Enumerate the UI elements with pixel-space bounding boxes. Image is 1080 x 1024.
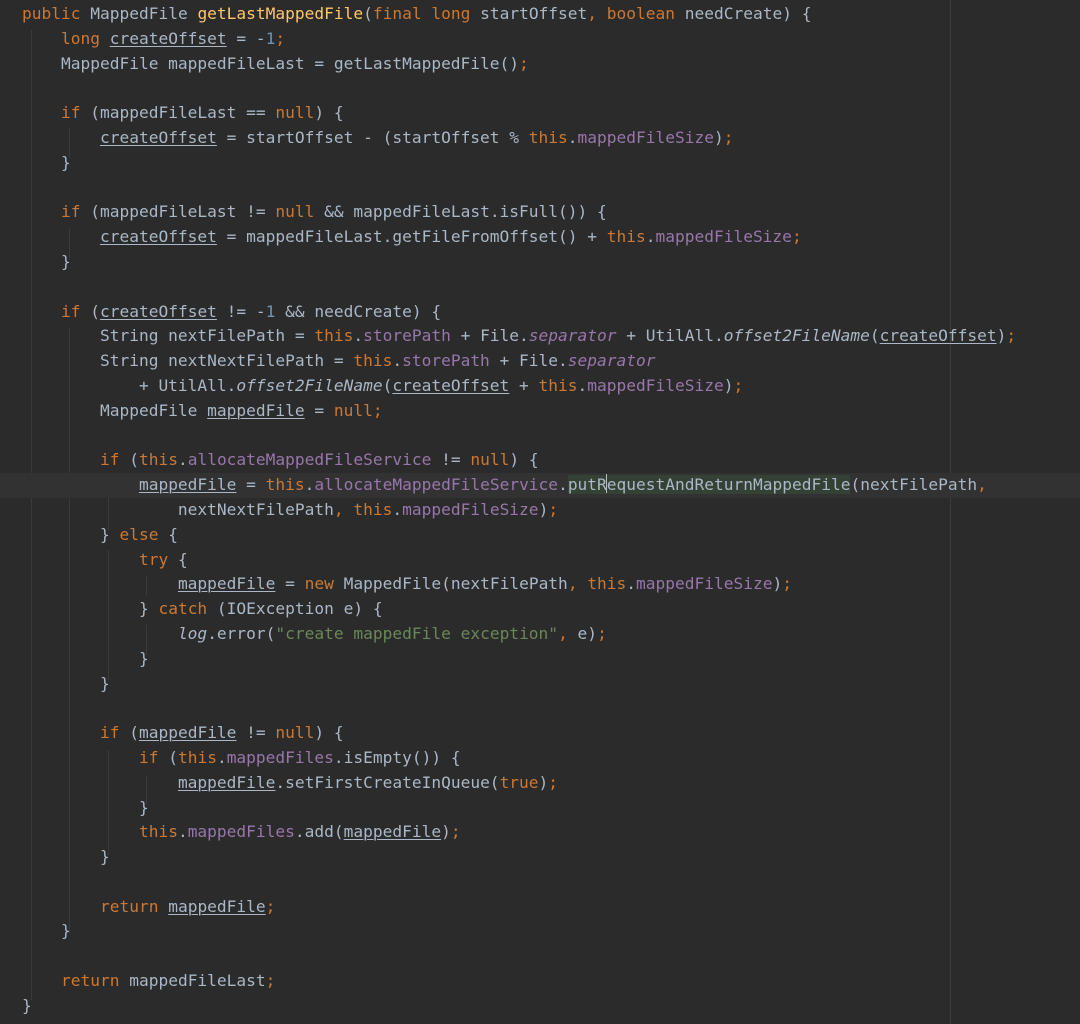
code-line[interactable]: } xyxy=(22,796,1080,821)
code-line[interactable]: mappedFile.setFirstCreateInQueue(true); xyxy=(22,771,1080,796)
code-line[interactable]: if (this.mappedFiles.isEmpty()) { xyxy=(22,746,1080,771)
code-line[interactable]: public MappedFile getLastMappedFile(fina… xyxy=(22,2,1080,27)
code-line[interactable]: ​ xyxy=(22,696,1080,721)
code-line[interactable]: String nextNextFilePath = this.storePath… xyxy=(22,349,1080,374)
code-line[interactable]: ​ xyxy=(22,870,1080,895)
code-line[interactable]: if (createOffset != -1 && needCreate) { xyxy=(22,300,1080,325)
code-line[interactable]: try { xyxy=(22,548,1080,573)
highlighted-usage: putRequestAndReturnMappedFile xyxy=(567,474,851,495)
code-line[interactable]: } xyxy=(22,151,1080,176)
code-line[interactable]: this.mappedFiles.add(mappedFile); xyxy=(22,820,1080,845)
code-line[interactable]: if (mappedFile != null) { xyxy=(22,721,1080,746)
code-line[interactable]: mappedFile = new MappedFile(nextFilePath… xyxy=(22,572,1080,597)
code-line[interactable]: MappedFile mappedFile = null; xyxy=(22,399,1080,424)
code-line[interactable]: } xyxy=(22,994,1080,1019)
code-line[interactable]: MappedFile mappedFileLast = getLastMappe… xyxy=(22,52,1080,77)
code-line[interactable]: if (mappedFileLast == null) { xyxy=(22,101,1080,126)
code-line[interactable]: } xyxy=(22,647,1080,672)
text-caret xyxy=(606,474,608,494)
code-line[interactable]: } catch (IOException e) { xyxy=(22,597,1080,622)
code-line[interactable]: String nextFilePath = this.storePath + F… xyxy=(22,324,1080,349)
code-line[interactable]: return mappedFileLast; xyxy=(22,969,1080,994)
code-line[interactable]: nextNextFilePath, this.mappedFileSize); xyxy=(22,498,1080,523)
code-line[interactable]: if (this.allocateMappedFileService != nu… xyxy=(22,448,1080,473)
code-line[interactable]: } xyxy=(22,845,1080,870)
code-line[interactable]: if (mappedFileLast != null && mappedFile… xyxy=(22,200,1080,225)
code-line[interactable]: return mappedFile; xyxy=(22,895,1080,920)
code-line[interactable]: ​ xyxy=(22,424,1080,449)
code-line[interactable]: } xyxy=(22,250,1080,275)
code-area[interactable]: public MappedFile getLastMappedFile(fina… xyxy=(0,2,1080,1019)
code-line[interactable]: ​ xyxy=(22,944,1080,969)
code-line[interactable]: ​ xyxy=(22,76,1080,101)
code-line[interactable]: ​ xyxy=(22,275,1080,300)
code-line[interactable]: createOffset = startOffset - (startOffse… xyxy=(22,126,1080,151)
code-line[interactable]: } xyxy=(22,919,1080,944)
code-line[interactable]: + UtilAll.offset2FileName(createOffset +… xyxy=(22,374,1080,399)
code-line[interactable]: } else { xyxy=(22,523,1080,548)
code-line[interactable]: } xyxy=(22,672,1080,697)
code-line[interactable]: mappedFile = this.allocateMappedFileServ… xyxy=(0,473,1080,498)
code-line[interactable]: log.error("create mappedFile exception",… xyxy=(22,622,1080,647)
code-line[interactable]: createOffset = mappedFileLast.getFileFro… xyxy=(22,225,1080,250)
code-line[interactable]: ​ xyxy=(22,176,1080,201)
code-editor[interactable]: public MappedFile getLastMappedFile(fina… xyxy=(0,0,1080,1024)
code-line[interactable]: long createOffset = -1; xyxy=(22,27,1080,52)
